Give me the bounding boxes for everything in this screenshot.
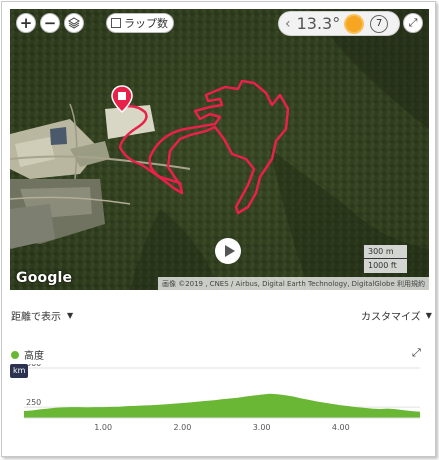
expand-icon: ⤢	[408, 16, 418, 29]
wind-icon: 7	[370, 14, 389, 33]
route-map[interactable]: + − ラップ数 ‹ 13.3° 7 ⤢ 300 m 1000 ft Googl…	[10, 9, 429, 290]
start-pin-icon[interactable]	[111, 85, 133, 113]
lap-label: ラップ数	[124, 17, 168, 30]
activity-panel: + − ラップ数 ‹ 13.3° 7 ⤢ 300 m 1000 ft Googl…	[1, 1, 436, 457]
chevron-down-icon: ▼	[67, 311, 74, 320]
x-tick-label: 4.00	[332, 423, 350, 432]
chart-expand-icon[interactable]: ⤢	[412, 346, 421, 360]
legend-label: 高度	[24, 351, 44, 362]
play-icon	[224, 245, 235, 257]
terms-link[interactable]: 利用規約	[397, 280, 425, 288]
layers-button[interactable]	[64, 13, 84, 33]
x-tick-label: 3.00	[253, 423, 271, 432]
legend-dot	[11, 350, 19, 359]
scale-metric: 300 m	[363, 245, 407, 259]
lap-checkbox[interactable]	[111, 18, 121, 28]
elevation-chart[interactable]: 250 500 1.00 2.00 3.00 4.00	[10, 364, 422, 434]
fullscreen-button[interactable]: ⤢	[403, 13, 423, 33]
customize-label: カスタマイズ	[361, 312, 421, 323]
chevron-down-icon: ▼	[425, 311, 432, 320]
chart-legend[interactable]: 高度	[11, 347, 44, 362]
temperature-value: 13.3°	[296, 14, 341, 33]
scale-imperial: 1000 ft	[363, 259, 407, 273]
unit-badge: km	[10, 364, 29, 378]
display-mode-label: 距離で表示	[11, 312, 61, 323]
map-scale: 300 m 1000 ft	[363, 245, 407, 273]
y-tick-label: 500	[26, 364, 41, 368]
map-controls: + −	[16, 13, 84, 33]
zoom-in-button[interactable]: +	[16, 13, 36, 33]
play-button[interactable]	[215, 238, 241, 264]
google-logo: Google	[16, 270, 73, 286]
x-tick-label: 2.00	[173, 423, 191, 432]
lap-toggle[interactable]: ラップ数	[106, 13, 174, 33]
chevron-left-icon[interactable]: ‹	[285, 16, 291, 32]
y-tick-label: 250	[26, 398, 41, 407]
customize-dropdown[interactable]: カスタマイズ ▼	[361, 308, 432, 323]
display-mode-dropdown[interactable]: 距離で表示 ▼	[11, 308, 73, 323]
weather-widget[interactable]: ‹ 13.3° 7	[278, 11, 400, 36]
layers-icon	[68, 17, 80, 29]
zoom-out-button[interactable]: −	[40, 13, 60, 33]
map-attribution: 画像 ©2019 , CNES / Airbus, Digital Earth …	[157, 277, 429, 290]
sun-icon	[346, 15, 363, 32]
attribution-text: 画像 ©2019 , CNES / Airbus, Digital Earth …	[161, 280, 395, 288]
x-tick-label: 1.00	[94, 423, 112, 432]
elevation-area	[24, 393, 420, 418]
